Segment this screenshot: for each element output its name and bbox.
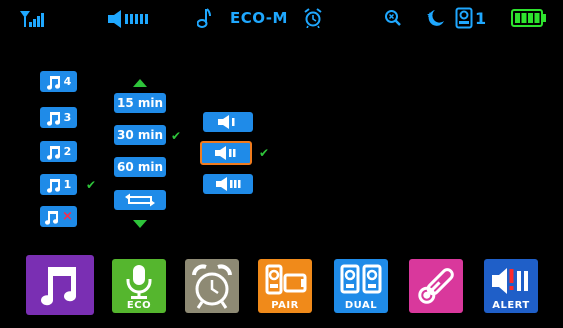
volume-level-icon bbox=[108, 10, 152, 28]
music-note-icon bbox=[46, 178, 60, 193]
selected-check-icon: ✔ bbox=[259, 146, 270, 160]
thermometer-icon bbox=[418, 268, 454, 304]
battery-icon bbox=[511, 8, 547, 28]
speaker-icon bbox=[218, 115, 235, 129]
timer-scroll-down-icon[interactable] bbox=[133, 220, 147, 228]
zoom-icon bbox=[384, 9, 402, 27]
speaker-icon bbox=[216, 177, 241, 191]
music-note-icon bbox=[46, 111, 60, 126]
track-number: 2 bbox=[63, 145, 72, 158]
dual-menu-label: DUAL bbox=[344, 300, 378, 311]
signal-strength-icon bbox=[20, 10, 46, 28]
pair-menu-tile[interactable]: PAIR bbox=[258, 259, 312, 313]
music-off-mark: × bbox=[62, 209, 73, 224]
music-note-icon bbox=[197, 8, 211, 28]
night-mode-icon bbox=[424, 8, 446, 28]
music-note-icon bbox=[45, 210, 59, 225]
timer-scroll-up-icon[interactable] bbox=[133, 79, 147, 87]
track-number: 3 bbox=[63, 111, 72, 124]
music-track-1-button[interactable]: 1 bbox=[40, 174, 77, 195]
repeat-icon bbox=[125, 193, 155, 207]
volume-level-3-button[interactable] bbox=[203, 174, 253, 194]
timer-repeat-button[interactable] bbox=[114, 190, 166, 210]
music-menu-tile[interactable] bbox=[26, 255, 94, 315]
music-track-2-button[interactable]: 2 bbox=[40, 141, 77, 162]
volume-level-2-button[interactable] bbox=[200, 141, 252, 165]
pair-menu-label: PAIR bbox=[271, 300, 299, 311]
eco-menu-tile[interactable]: ECO bbox=[112, 259, 166, 313]
music-note-icon bbox=[46, 75, 60, 90]
eco-menu-label: ECO bbox=[126, 300, 152, 311]
track-number: 1 bbox=[63, 178, 72, 191]
camera-icon bbox=[455, 7, 473, 29]
status-bar: ECO-M 1 bbox=[0, 0, 563, 36]
speaker-icon bbox=[215, 146, 236, 160]
music-track-3-button[interactable]: 3 bbox=[40, 107, 77, 128]
camera-count: 1 bbox=[475, 9, 487, 28]
alert-menu-label: ALERT bbox=[492, 300, 530, 311]
alarm-menu-tile[interactable] bbox=[185, 259, 239, 313]
music-off-button[interactable]: × bbox=[40, 206, 77, 227]
alert-menu-tile[interactable]: ALERT bbox=[484, 259, 538, 313]
dual-menu-tile[interactable]: DUAL bbox=[334, 259, 388, 313]
timer-30-min-button[interactable]: 30 min bbox=[114, 125, 166, 145]
music-track-4-button[interactable]: 4 bbox=[40, 71, 77, 92]
timer-15-min-button[interactable]: 15 min bbox=[114, 93, 166, 113]
selected-check-icon: ✔ bbox=[86, 178, 97, 192]
eco-mode-label: ECO-M bbox=[230, 9, 288, 27]
track-number: 4 bbox=[63, 75, 72, 88]
temperature-menu-tile[interactable] bbox=[409, 259, 463, 313]
alarm-clock-icon bbox=[192, 264, 232, 309]
music-note-icon bbox=[41, 267, 77, 306]
selected-check-icon: ✔ bbox=[171, 129, 182, 143]
timer-60-min-button[interactable]: 60 min bbox=[114, 157, 166, 177]
music-note-icon bbox=[46, 145, 60, 160]
volume-level-1-button[interactable] bbox=[203, 112, 253, 132]
alarm-clock-icon bbox=[304, 8, 322, 28]
